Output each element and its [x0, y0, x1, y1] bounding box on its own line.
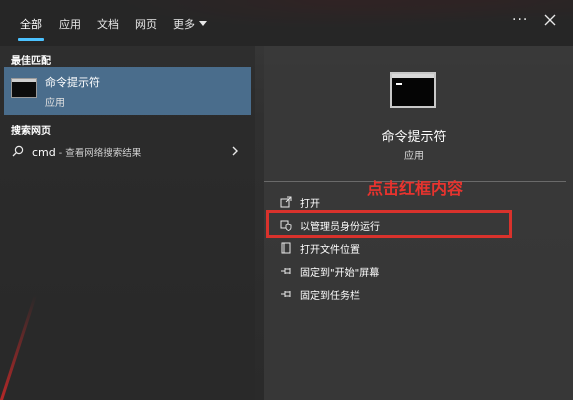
detail-pane: 命令提示符 应用 点击红框内容 打开 以管理员身份运行 打开文件位置 固定到"开… — [264, 46, 573, 400]
action-open[interactable]: 打开 — [264, 191, 564, 213]
web-search-text: cmd - 查看网络搜索结果 — [32, 145, 141, 159]
search-icon — [12, 145, 24, 157]
tab-more[interactable]: 更多 — [173, 16, 207, 32]
action-pin-to-start-label: 固定到"开始"屏幕 — [300, 268, 380, 279]
web-search-heading: 搜索网页 — [11, 126, 51, 137]
tab-all[interactable]: 全部 — [20, 16, 42, 32]
results-pane: 最佳匹配 命令提示符 应用 搜索网页 cmd - 查看网络搜索结果 — [0, 46, 255, 400]
search-window: 全部 应用 文档 网页 更多 ··· 最佳匹配 命令提示符 应用 搜索网页 cm… — [0, 0, 573, 400]
action-pin-to-taskbar-label: 固定到任务栏 — [300, 291, 360, 302]
web-search-query: cmd — [32, 146, 56, 159]
web-search-suffix: - 查看网络搜索结果 — [55, 148, 142, 159]
action-run-as-admin-label: 以管理员身份运行 — [300, 222, 380, 233]
best-match-title: 命令提示符 — [45, 76, 100, 89]
action-run-as-admin[interactable]: 以管理员身份运行 — [264, 214, 564, 236]
action-pin-to-start[interactable]: 固定到"开始"屏幕 — [264, 260, 564, 282]
detail-app-type: 应用 — [404, 151, 424, 162]
open-icon — [280, 196, 292, 208]
action-open-file-location-label: 打开文件位置 — [300, 245, 360, 256]
pin-icon — [281, 268, 291, 274]
pin-icon — [281, 291, 291, 297]
chevron-right-icon[interactable] — [230, 145, 240, 157]
more-options-button[interactable]: ··· — [512, 12, 528, 28]
shield-icon — [280, 220, 292, 231]
search-tab-bar: 全部 应用 文档 网页 更多 ··· — [0, 0, 573, 46]
detail-app-title: 命令提示符 — [381, 130, 447, 145]
best-match-subtitle: 应用 — [45, 98, 65, 109]
action-open-file-location[interactable]: 打开文件位置 — [264, 237, 564, 259]
tab-more-label: 更多 — [173, 18, 195, 31]
tab-web[interactable]: 网页 — [135, 16, 157, 32]
cmd-icon — [390, 72, 436, 108]
close-icon[interactable] — [542, 12, 558, 28]
cmd-icon — [11, 78, 37, 98]
tab-documents[interactable]: 文档 — [97, 16, 119, 32]
chevron-down-icon — [199, 21, 207, 26]
active-tab-indicator — [18, 38, 44, 41]
web-search-result[interactable]: cmd - 查看网络搜索结果 — [4, 139, 251, 165]
action-open-label: 打开 — [300, 199, 320, 210]
tab-apps[interactable]: 应用 — [59, 16, 81, 32]
best-match-heading: 最佳匹配 — [11, 56, 51, 67]
best-match-result[interactable]: 命令提示符 应用 — [4, 67, 251, 115]
file-location-icon — [281, 242, 291, 254]
action-pin-to-taskbar[interactable]: 固定到任务栏 — [264, 283, 564, 305]
